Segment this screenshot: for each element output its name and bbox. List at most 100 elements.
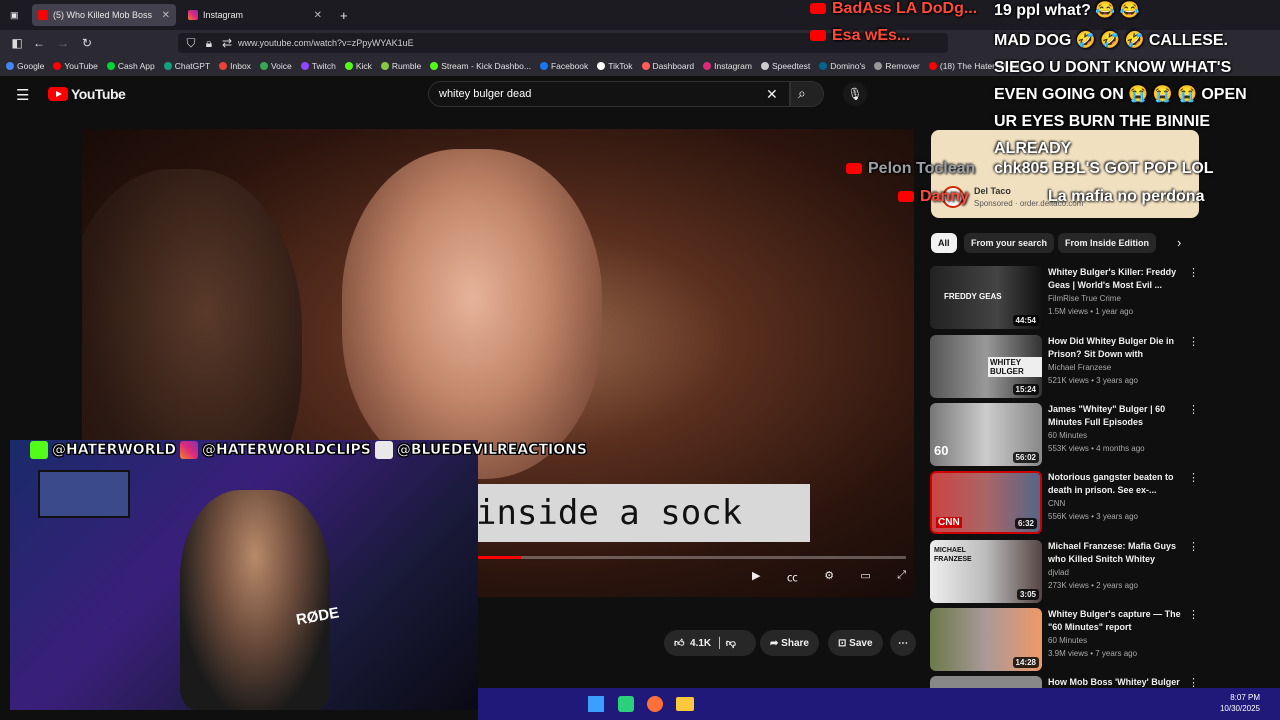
chip-from-your-search[interactable]: From your search xyxy=(964,233,1055,253)
fullscreen-icon[interactable]: ⤢ xyxy=(897,569,906,589)
like-dislike-button[interactable]: 👍︎ 4.1K │ 👎︎ xyxy=(664,630,756,656)
tab-list-icon[interactable]: ▣ xyxy=(4,4,24,26)
more-actions-button[interactable]: ⋯ xyxy=(890,630,916,656)
clear-search-icon[interactable]: ✕ xyxy=(766,86,778,103)
windows-start-icon[interactable] xyxy=(588,696,604,712)
chat-message-text: 19 ppl what? 😂 😂 xyxy=(994,2,1140,19)
chevron-right-icon[interactable]: › xyxy=(1177,235,1181,250)
recommendation-item[interactable]: CNN 6:32 Notorious gangster beaten to de… xyxy=(930,471,1200,535)
bookmark-item[interactable]: Rumble xyxy=(380,61,421,71)
system-clock[interactable]: 8:07 PM 10/30/2025 xyxy=(1220,692,1260,714)
instagram-handle: @HATERWORLDCLIPS xyxy=(202,442,371,459)
more-options-icon[interactable]: ⋮ xyxy=(1188,471,1199,484)
more-options-icon[interactable]: ⋮ xyxy=(1188,540,1199,553)
recommendation-item[interactable]: MICHAEL FRANZESE 3:05 Michael Franzese: … xyxy=(930,540,1200,604)
close-tab-icon[interactable]: ✕ xyxy=(314,10,322,21)
back-button-icon[interactable]: ← xyxy=(30,34,48,52)
recommendation-title[interactable]: Whitey Bulger's Killer: Freddy Geas | Wo… xyxy=(1048,266,1184,292)
bookmark-item[interactable]: Remover xyxy=(874,61,920,71)
video-thumbnail[interactable]: MICHAEL FRANZESE 3:05 xyxy=(930,540,1042,603)
video-thumbnail[interactable]: 14:28 xyxy=(930,608,1042,671)
video-thumbnail[interactable]: 60 56:02 xyxy=(930,403,1042,466)
recommendation-channel[interactable]: djvlad xyxy=(1048,568,1069,577)
recommendation-channel[interactable]: FilmRise True Crime xyxy=(1048,294,1121,303)
recommendation-channel[interactable]: 60 Minutes xyxy=(1048,431,1087,440)
app-icon[interactable] xyxy=(618,696,634,712)
share-button[interactable]: ➦ Share xyxy=(760,630,819,656)
more-options-icon[interactable]: ⋮ xyxy=(1188,403,1199,416)
ad-brand: Del Taco xyxy=(974,186,1011,196)
sidebar-toggle-icon[interactable]: ◧ xyxy=(8,34,26,52)
recommendation-title[interactable]: James "Whitey" Bulger | 60 Minutes Full … xyxy=(1048,403,1184,429)
bookmark-item[interactable]: ChatGPT xyxy=(163,61,210,71)
recommendation-title[interactable]: How Did Whitey Bulger Die in Prison? Sit… xyxy=(1048,335,1184,361)
recommendation-title[interactable]: Whitey Bulger's capture — The "60 Minute… xyxy=(1048,608,1184,634)
firefox-icon[interactable] xyxy=(647,696,663,712)
bookmark-item[interactable]: Facebook xyxy=(539,61,588,71)
chip-from-inside-edition[interactable]: From Inside Edition xyxy=(1058,233,1157,253)
reload-button-icon[interactable]: ↻ xyxy=(78,34,96,52)
bookmark-item[interactable]: Google xyxy=(6,61,44,71)
thumbs-up-icon[interactable]: 👍︎ xyxy=(674,637,684,649)
shield-icon[interactable]: ⛉ xyxy=(182,34,200,52)
bookmark-item[interactable]: TikTok xyxy=(597,61,633,71)
tab-instagram[interactable]: Instagram ✕ xyxy=(182,4,328,26)
recommendation-item[interactable]: How Mob Boss 'Whitey' Bulger ⋮ xyxy=(930,676,1200,688)
lock-icon[interactable]: 🔒︎ xyxy=(200,34,218,52)
recommendation-item[interactable]: FREDDY GEAS 44:54 Whitey Bulger's Killer… xyxy=(930,266,1200,330)
file-explorer-icon[interactable] xyxy=(676,697,694,711)
video-thumbnail[interactable]: CNN 6:32 xyxy=(930,471,1042,534)
recommendation-channel[interactable]: CNN xyxy=(1048,499,1065,508)
bookmark-item[interactable]: Stream - Kick Dashbo... xyxy=(430,61,531,71)
more-options-icon[interactable]: ⋮ xyxy=(1188,266,1199,279)
recommendation-item[interactable]: WHITEY BULGER 15:24 How Did Whitey Bulge… xyxy=(930,335,1200,399)
play-icon[interactable]: ▶ xyxy=(752,569,760,589)
thumbs-down-icon[interactable]: 👎︎ xyxy=(726,637,736,649)
settings-gear-icon[interactable]: ⚙ xyxy=(824,569,834,589)
recommendation-title[interactable]: How Mob Boss 'Whitey' Bulger xyxy=(1048,676,1184,688)
streamer-figure xyxy=(180,490,330,710)
captions-icon[interactable]: ㏄ xyxy=(787,569,798,589)
bookmark-item[interactable]: Speedtest xyxy=(760,61,810,71)
bookmark-item[interactable]: Kick xyxy=(344,61,372,71)
recommendation-item[interactable]: 60 56:02 James "Whitey" Bulger | 60 Minu… xyxy=(930,403,1200,467)
recommendation-channel[interactable]: 60 Minutes xyxy=(1048,636,1087,645)
chat-message: Danny xyxy=(898,188,969,206)
recommendation-title[interactable]: Notorious gangster beaten to death in pr… xyxy=(1048,471,1184,497)
search-input[interactable]: whitey bulger dead xyxy=(428,81,790,107)
more-options-icon[interactable]: ⋮ xyxy=(1188,676,1199,688)
video-thumbnail[interactable]: FREDDY GEAS 44:54 xyxy=(930,266,1042,329)
bookmark-item[interactable]: Voice xyxy=(259,61,292,71)
chat-message: Pelon Toclean xyxy=(846,160,975,178)
bookmark-item[interactable]: Twitch xyxy=(300,61,336,71)
microphone-icon[interactable]: 🎙︎ xyxy=(843,82,867,106)
bookmark-item[interactable]: Inbox xyxy=(219,61,251,71)
tab-label: Instagram xyxy=(203,10,244,20)
bookmark-item[interactable]: YouTube xyxy=(53,61,98,71)
bookmark-item[interactable]: Instagram xyxy=(703,61,752,71)
recommendation-title[interactable]: Michael Franzese: Mafia Guys who Killed … xyxy=(1048,540,1184,566)
recommendation-meta: 556K views • 3 years ago xyxy=(1048,512,1138,521)
more-options-icon[interactable]: ⋮ xyxy=(1188,608,1199,621)
save-button[interactable]: ⊡ Save xyxy=(828,630,883,656)
youtube-favicon-icon xyxy=(38,10,48,20)
chip-all[interactable]: All xyxy=(931,233,957,253)
bookmark-item[interactable]: Domino's xyxy=(819,61,865,71)
recommendation-channel[interactable]: Michael Franzese xyxy=(1048,363,1111,372)
forward-button-icon[interactable]: → xyxy=(54,34,72,52)
progress-bar[interactable] xyxy=(478,556,906,559)
video-thumbnail[interactable]: WHITEY BULGER 15:24 xyxy=(930,335,1042,398)
bookmark-item[interactable]: Cash App xyxy=(106,61,155,71)
tab-youtube[interactable]: (5) Who Killed Mob Boss 'W ✕ xyxy=(32,4,176,26)
menu-icon[interactable]: ☰ xyxy=(16,86,29,104)
video-thumbnail[interactable] xyxy=(930,676,1042,688)
bookmark-item[interactable]: Dashboard xyxy=(641,61,694,71)
more-options-icon[interactable]: ⋮ xyxy=(1188,335,1199,348)
recommendation-item[interactable]: 14:28 Whitey Bulger's capture — The "60 … xyxy=(930,608,1200,672)
new-tab-button[interactable]: + xyxy=(334,4,352,26)
close-tab-icon[interactable]: ✕ xyxy=(162,10,170,21)
youtube-logo[interactable]: YouTube xyxy=(48,86,126,102)
search-button[interactable] xyxy=(790,81,824,107)
page-info-icon[interactable]: ⇄ xyxy=(218,34,236,52)
miniplayer-icon[interactable]: ▭ xyxy=(860,569,870,589)
